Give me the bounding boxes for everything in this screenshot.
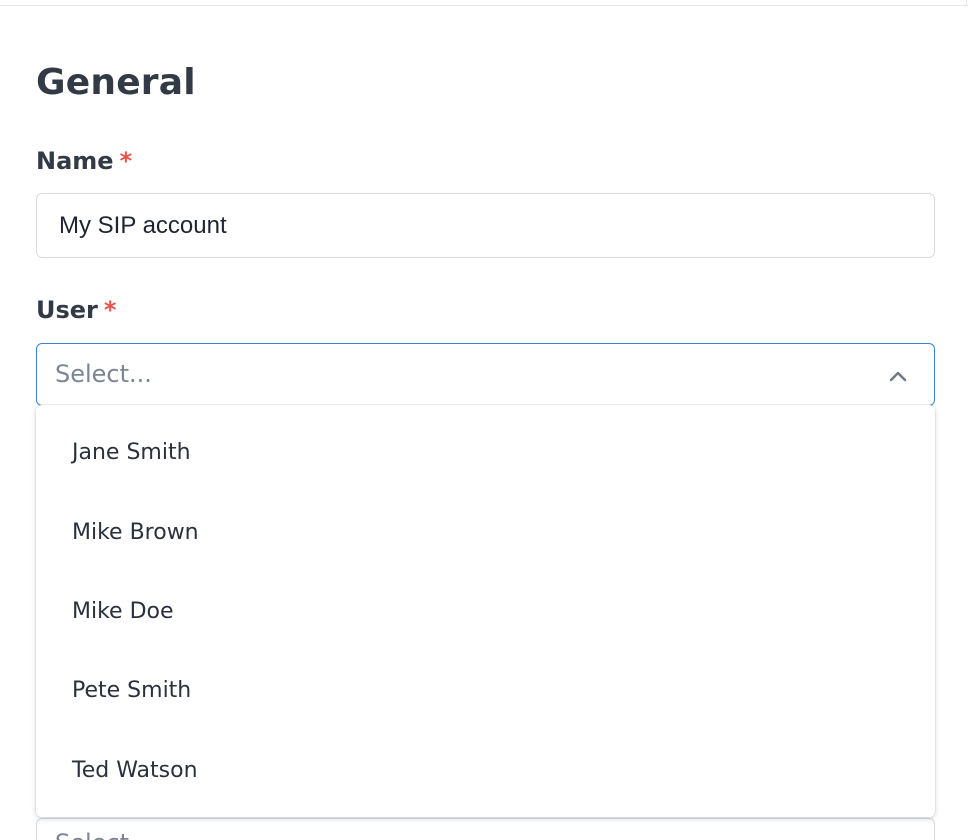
next-select[interactable]: Select... — [36, 818, 935, 840]
user-dropdown-menu: Jane Smith Mike Brown Mike Doe Pete Smit… — [36, 405, 935, 817]
user-select[interactable]: Select... — [36, 343, 935, 406]
user-option-pete-smith[interactable]: Pete Smith — [36, 651, 935, 730]
name-input[interactable] — [36, 193, 935, 258]
form-page: General Name* User* Select... Jane Smith… — [0, 0, 968, 840]
user-label: User * — [36, 296, 116, 324]
user-option-jane-smith[interactable]: Jane Smith — [36, 413, 935, 492]
name-required-mark: * — [119, 147, 133, 175]
user-option-mike-doe[interactable]: Mike Doe — [36, 572, 935, 651]
top-divider — [0, 0, 968, 6]
user-label-text: User — [36, 296, 98, 324]
chevron-up-icon[interactable] — [888, 366, 908, 386]
user-option-mike-brown[interactable]: Mike Brown — [36, 493, 935, 572]
user-required-mark: * — [103, 296, 117, 324]
name-label: Name * — [36, 147, 132, 175]
user-option-ted-watson[interactable]: Ted Watson — [36, 731, 935, 810]
name-label-text: Name — [36, 147, 114, 175]
next-select-placeholder: Select... — [55, 829, 152, 840]
section-title: General — [36, 62, 196, 103]
user-select-placeholder: Select... — [55, 360, 152, 388]
